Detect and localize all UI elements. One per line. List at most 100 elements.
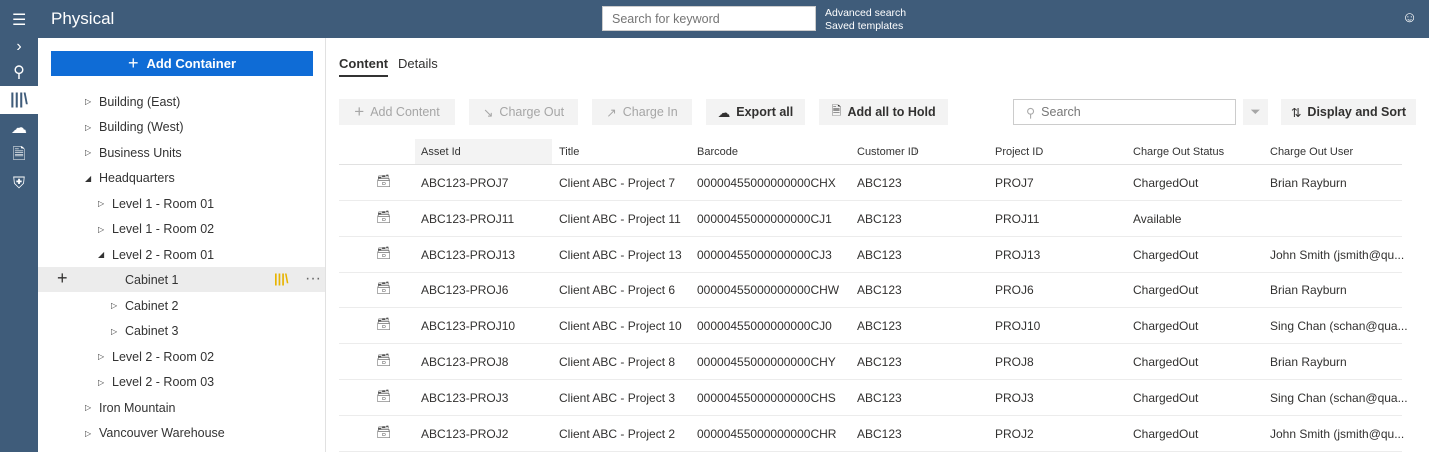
tree-item-label: Level 2 - Room 02 [112, 349, 215, 364]
expand-triangle-icon[interactable]: ▷ [85, 97, 99, 106]
tree-item[interactable]: ▷ Level 1 - Room 02 [98, 217, 214, 242]
column-header[interactable]: Project ID [995, 146, 1043, 158]
advanced-search-link[interactable]: Advanced search [825, 7, 906, 19]
table-cell: PROJ3 [995, 390, 1034, 405]
add-content-button[interactable]: + Add Content [339, 99, 455, 125]
tree-item[interactable]: ▷ Iron Mountain [85, 395, 175, 420]
table-cell: 00000455000000000CHX [697, 176, 836, 190]
collapse-triangle-icon[interactable]: ◢ [98, 250, 112, 259]
document-icon[interactable]: 🗎 [0, 142, 38, 170]
table-row[interactable]: 🗃 ABC123-PROJ2 Client ABC - Project 2 00000… [339, 416, 1405, 452]
tree-item[interactable]: ▷ Vancouver Warehouse [85, 421, 225, 446]
table-cell: ABC123 [857, 211, 902, 226]
cloud-upload-icon[interactable]: ☁ [0, 114, 38, 142]
tree-item[interactable]: ▷ Cabinet 2 [111, 293, 179, 318]
expand-triangle-icon[interactable]: ▷ [98, 378, 112, 387]
table-cell: PROJ13 [995, 247, 1041, 262]
table-cell: ChargedOut [1133, 390, 1199, 405]
library-icon[interactable]: |||\ [274, 271, 289, 286]
document-icon: 🗎 [831, 103, 842, 118]
expand-triangle-icon[interactable]: ▷ [111, 327, 125, 336]
tree-item-label: Building (West) [99, 120, 184, 134]
add-icon[interactable]: + [57, 268, 68, 289]
table-cell: ABC123-PROJ13 [421, 247, 516, 262]
export-all-button[interactable]: ☁ Export all [706, 99, 805, 125]
table-cell: ABC123 [857, 426, 902, 441]
content-search-box[interactable]: ⚲ Search [1013, 99, 1236, 125]
expand-triangle-icon[interactable]: ▷ [98, 225, 112, 234]
table-row[interactable]: 🗃 ABC123-PROJ3 Client ABC - Project 3 00000… [339, 380, 1408, 416]
table-cell: ABC123 [857, 355, 902, 369]
shield-icon[interactable]: ⛨ [0, 170, 38, 198]
tree-item[interactable]: ▷ Business Units [85, 140, 182, 165]
charge-in-button[interactable]: ↗ Charge In [592, 99, 692, 125]
more-options-icon[interactable]: ··· [305, 270, 321, 288]
hamburger-menu-icon[interactable]: ☰ [12, 10, 26, 30]
tree-item[interactable]: ▷ Level 2 - Room 02 [98, 344, 214, 369]
tree-item[interactable]: ▷ Cabinet 3 [111, 319, 179, 344]
table-cell: John Smith (jsmith@qu... [1270, 426, 1405, 441]
expand-triangle-icon[interactable]: ▷ [85, 429, 99, 438]
library-icon[interactable]: |||\ [0, 86, 38, 114]
column-header[interactable]: Barcode [697, 146, 738, 158]
collapse-triangle-icon[interactable]: ◢ [85, 174, 99, 183]
table-cell: Client ABC - Project 8 [559, 355, 676, 369]
table-row[interactable]: 🗃 ABC123-PROJ11 Client ABC - Project 11 000… [339, 201, 1402, 237]
expand-triangle-icon[interactable]: ▷ [111, 301, 125, 310]
expand-triangle-icon[interactable]: ▷ [85, 123, 99, 132]
table-row[interactable]: 🗃 ABC123-PROJ6 Client ABC - Project 6 00000… [339, 272, 1402, 309]
expand-triangle-icon[interactable]: ▷ [98, 352, 112, 361]
tree-item[interactable]: ▷ Level 2 - Room 03 [98, 370, 214, 395]
display-and-sort-button[interactable]: ⇅ Display and Sort [1281, 99, 1416, 125]
expand-triangle-icon[interactable]: ▷ [85, 148, 99, 157]
column-header[interactable]: Customer ID [857, 146, 919, 158]
column-header[interactable]: Asset Id [421, 146, 461, 158]
add-container-button[interactable]: + Add Container [51, 51, 313, 76]
tab-content[interactable]: Content [339, 56, 389, 77]
sort-ascending-icon: ↑ [913, 143, 919, 157]
column-header[interactable]: Title [559, 146, 579, 158]
table-cell: Available [1133, 211, 1182, 226]
arrow-down-right-icon: ↘ [482, 105, 494, 120]
app-title: Physical [51, 9, 115, 28]
tree-item-label: Headquarters [99, 171, 175, 185]
tree-item[interactable]: ◢ Level 2 - Room 01 [98, 242, 214, 267]
plus-icon: + [354, 102, 365, 121]
user-icon[interactable]: ☺ [1402, 9, 1417, 26]
table-cell: ABC123-PROJ11 [421, 211, 515, 226]
expand-triangle-icon[interactable]: ▷ [98, 199, 112, 208]
table-cell: ABC123-PROJ10 [421, 319, 516, 334]
add-all-to-hold-button[interactable]: 🗎 Add all to Hold [819, 99, 948, 125]
table-cell: Sing Chan (schan@qua... [1270, 390, 1408, 405]
saved-templates-link[interactable]: Saved templates [825, 20, 903, 32]
tree-item-label: Building (East) [99, 94, 181, 109]
table-row[interactable]: 🗃 ABC123-PROJ13 Client ABC - Project 13 000… [339, 237, 1404, 273]
tree-item[interactable]: Cabinet 1 [111, 268, 179, 293]
tree-item[interactable]: ▷ Building (East) [85, 89, 180, 114]
keyword-search-input[interactable] [602, 6, 816, 31]
tree-item[interactable]: ▷ Building (West) [85, 115, 184, 140]
table-row[interactable]: 🗃 ABC123-PROJ7 Client ABC - Project 7 00000… [339, 165, 1402, 201]
expand-triangle-icon[interactable]: ▷ [85, 403, 99, 412]
table-cell: Client ABC - Project 11 [559, 211, 681, 226]
table-cell: Client ABC - Project 10 [559, 319, 682, 334]
clear-filter-button[interactable]: ⏷ [1243, 99, 1268, 125]
tree-item-label: Level 2 - Room 03 [112, 375, 215, 389]
table-cell: Brian Rayburn [1270, 283, 1347, 298]
search-icon[interactable]: ⚲ [0, 58, 38, 86]
table-cell: 00000455000000000CHS [697, 390, 836, 405]
table-row[interactable]: 🗃 ABC123-PROJ8 Client ABC - Project 8 00000… [339, 344, 1402, 380]
charge-out-button[interactable]: ↘ Charge Out [469, 99, 578, 125]
table-cell: ChargedOut [1133, 355, 1199, 369]
table-cell: PROJ6 [995, 283, 1034, 298]
tab-details[interactable]: Details [398, 56, 438, 71]
column-header[interactable]: Charge Out User [1270, 146, 1353, 158]
table-cell: ChargedOut [1133, 247, 1199, 262]
tree-item[interactable]: ◢ Headquarters [85, 166, 175, 191]
table-cell: ABC123 [857, 390, 902, 405]
tree-item[interactable]: ▷ Level 1 - Room 01 [98, 191, 214, 216]
column-header[interactable]: Charge Out Status [1133, 146, 1224, 158]
table-cell: 00000455000000000CHR [697, 426, 837, 441]
table-row[interactable]: 🗃 ABC123-PROJ10 Client ABC - Project 10 000… [339, 308, 1408, 345]
expand-chevron-icon[interactable]: › [0, 33, 38, 61]
